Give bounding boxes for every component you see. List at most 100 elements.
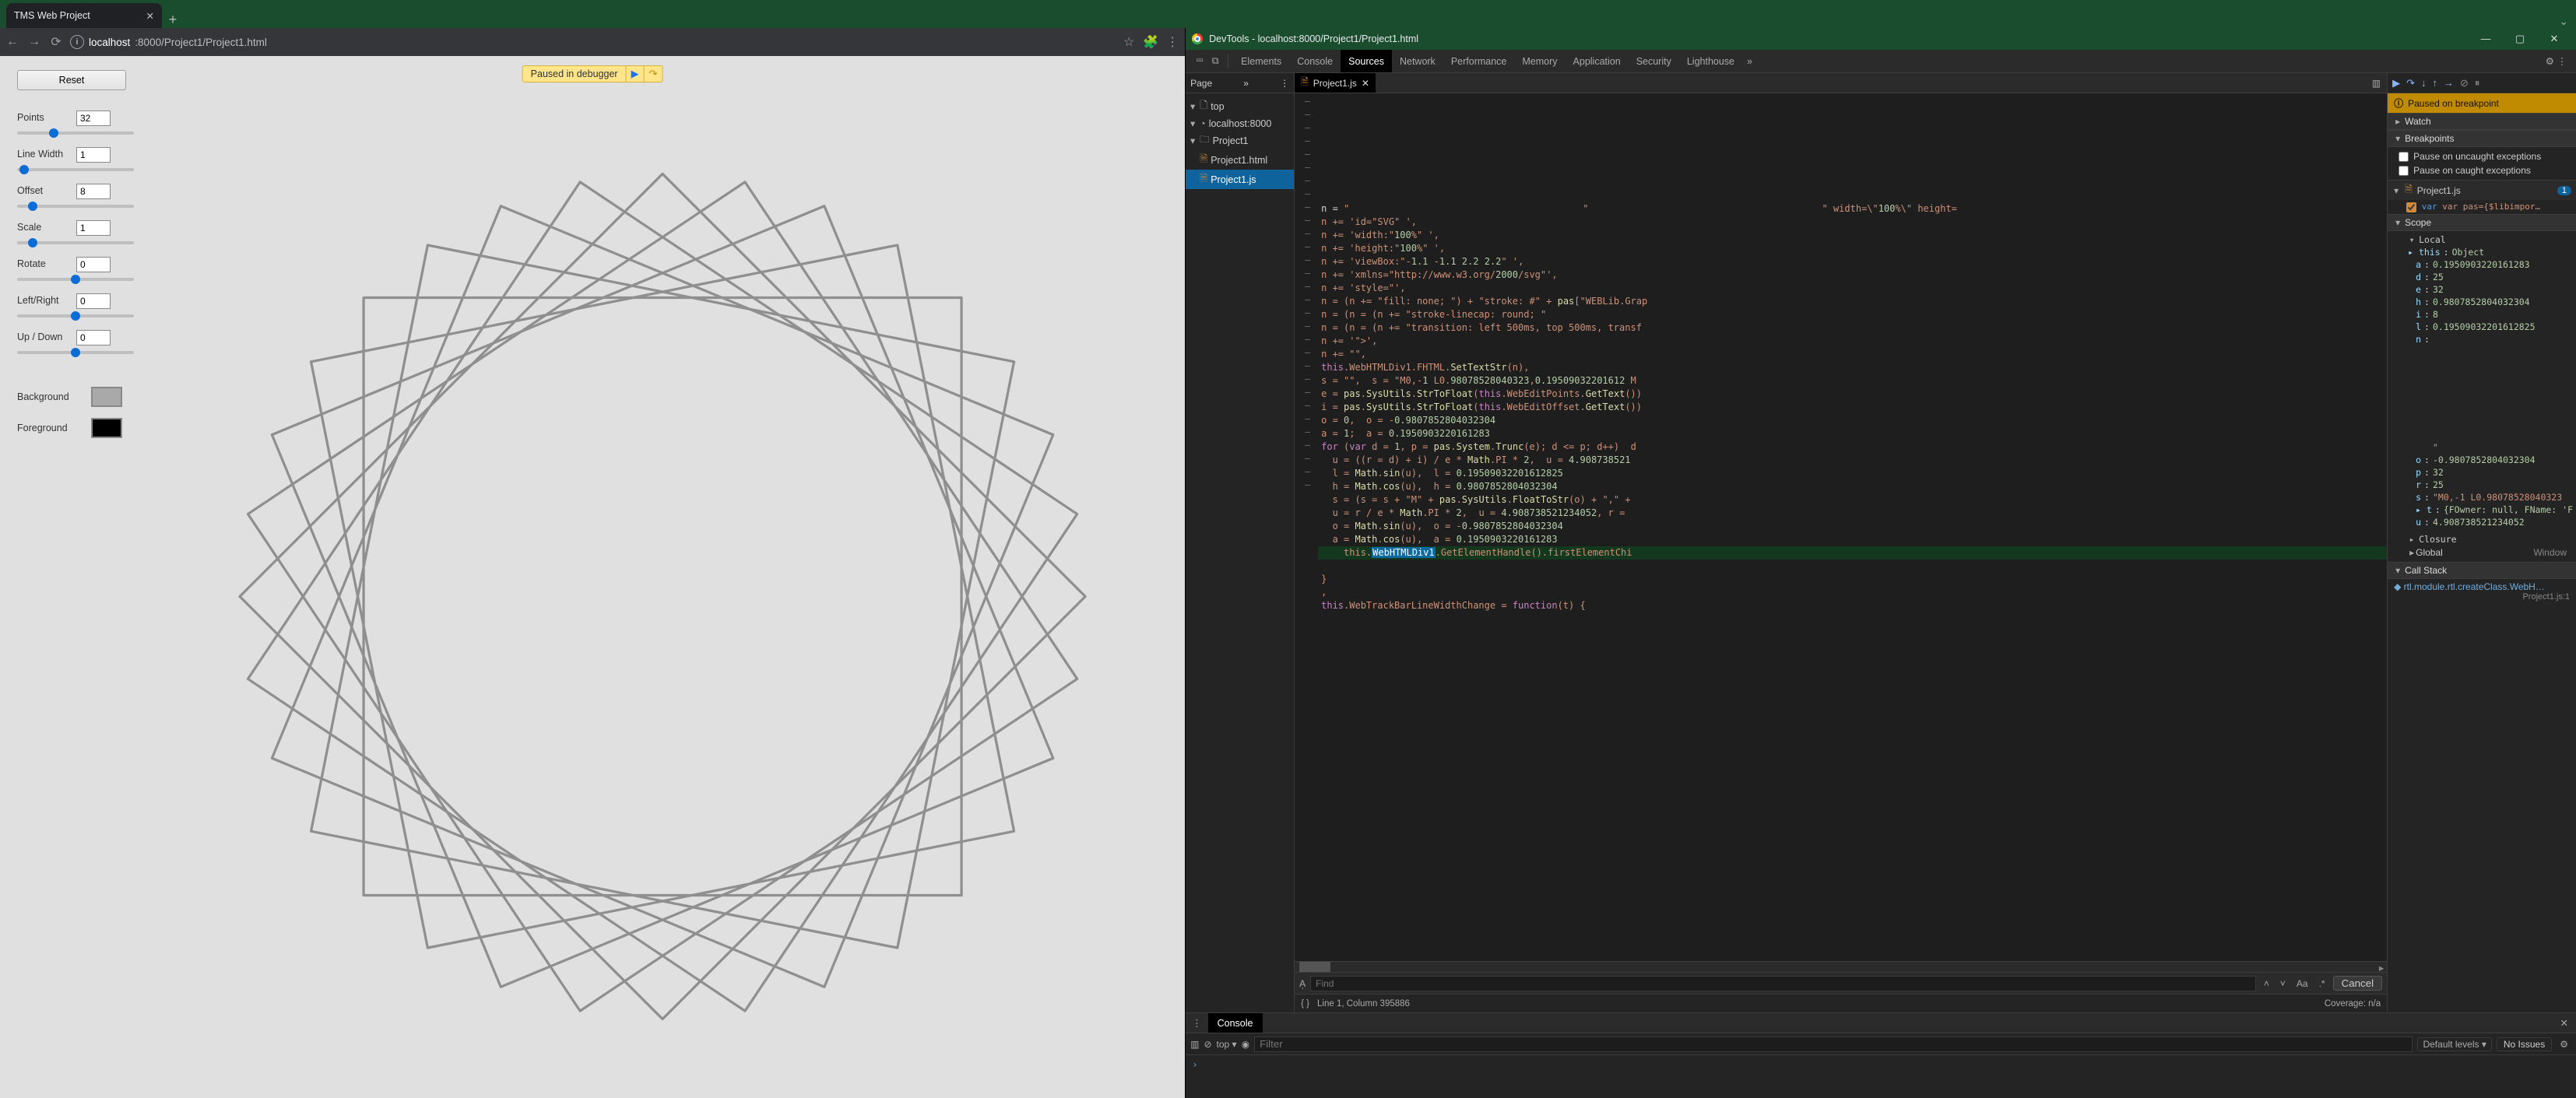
menu-icon[interactable]: ⋮ — [1165, 34, 1180, 50]
live-expression-icon[interactable]: ◉ — [1242, 1039, 1249, 1050]
deactivate-bp-icon[interactable]: ⊘ — [2460, 77, 2469, 89]
scope-var[interactable]: h: 0.9807852804032304 — [2399, 296, 2573, 308]
scope-var[interactable]: a: 0.1950903220161283 — [2399, 258, 2573, 271]
find-prev-icon[interactable]: ˄ — [2261, 978, 2272, 989]
drawer-menu-icon[interactable]: ⋮ — [1186, 1017, 1208, 1029]
kebab-icon[interactable]: ⋮ — [2554, 55, 2570, 67]
breakpoint-file[interactable]: ▾🗎 Project1.js 1 — [2388, 180, 2576, 200]
tab-lighthouse[interactable]: Lighthouse — [1679, 50, 1742, 72]
scope-var[interactable]: s: "M0,-1 L0.98078528040323 — [2399, 491, 2573, 503]
scope-var[interactable]: l: 0.19509032201612825 — [2399, 321, 2573, 333]
bp-caught[interactable]: Pause on caught exceptions — [2399, 163, 2573, 177]
tree-file-html[interactable]: 🗎Project1.html — [1186, 150, 1294, 170]
inspect-icon[interactable]: ⮹ — [1192, 55, 1207, 67]
extensions-icon[interactable]: 🧩 — [1143, 34, 1158, 50]
console-context[interactable]: top ▾ — [1217, 1039, 1237, 1050]
scope-var[interactable]: p: 32 — [2399, 466, 2573, 479]
more-nav-icon[interactable]: » — [1243, 78, 1249, 89]
site-info-icon[interactable]: i — [70, 35, 84, 49]
pause-on-exc-icon[interactable]: ⏸ — [2475, 77, 2480, 89]
reset-button[interactable]: Reset — [17, 70, 126, 90]
step-out-icon[interactable]: ↑ — [2433, 77, 2438, 89]
updown-slider[interactable] — [17, 351, 134, 354]
new-tab-button[interactable]: + — [162, 12, 184, 28]
issues-badge[interactable]: No Issues — [2497, 1037, 2552, 1051]
close-window-icon[interactable]: ✕ — [2539, 33, 2570, 45]
scope-var[interactable]: r: 25 — [2399, 479, 2573, 491]
points-slider[interactable] — [17, 132, 134, 135]
bookmark-icon[interactable]: ☆ — [1121, 34, 1137, 50]
bg-swatch[interactable] — [91, 387, 122, 407]
log-levels[interactable]: Default levels ▾ — [2417, 1037, 2491, 1051]
code-editor[interactable]: –––––––––––––––––––––––––––––– n = ", n … — [1295, 93, 2387, 961]
editor-overflow-icon[interactable]: ▥ — [2366, 78, 2387, 89]
tab-network[interactable]: Network — [1392, 50, 1443, 72]
tab-security[interactable]: Security — [1629, 50, 1679, 72]
scope-var[interactable]: o: -0.9807852804032304 — [2399, 454, 2573, 466]
rotate-input[interactable] — [76, 257, 111, 272]
settings-icon[interactable]: ⚙ — [2546, 55, 2554, 67]
tree-host[interactable]: ▾◔localhost:8000 — [1186, 116, 1294, 131]
callstack-frame[interactable]: ◆ rtl.module.rtl.createClass.WebH… — [2388, 579, 2576, 592]
scope-closure[interactable]: ▸Closure — [2399, 533, 2573, 545]
format-icon[interactable]: { } — [1301, 999, 1309, 1009]
leftright-slider[interactable] — [17, 314, 134, 317]
updown-input[interactable] — [76, 330, 111, 346]
bp-uncaught[interactable]: Pause on uncaught exceptions — [2399, 149, 2573, 163]
leftright-input[interactable] — [76, 293, 111, 309]
tab-application[interactable]: Application — [1566, 50, 1629, 72]
breakpoints-section[interactable]: ▾Breakpoints — [2388, 130, 2576, 147]
step-into-icon[interactable]: ↓ — [2421, 77, 2427, 89]
more-tabs-icon[interactable]: » — [1747, 56, 1752, 67]
find-next-icon[interactable]: ˅ — [2277, 978, 2289, 989]
console-sidebar-icon[interactable]: ▥ — [1190, 1039, 1199, 1050]
address-bar[interactable]: i localhost:8000/Project1/Project1.html — [70, 35, 1115, 49]
offset-input[interactable] — [76, 184, 111, 199]
scope-var[interactable]: u: 4.908738521234052 — [2399, 516, 2573, 528]
watch-section[interactable]: ▸Watch — [2388, 113, 2576, 130]
browser-tab[interactable]: TMS Web Project ✕ — [6, 3, 162, 28]
console-prompt[interactable]: › — [1186, 1055, 2576, 1098]
close-icon[interactable]: ✕ — [1362, 78, 1369, 89]
scope-var[interactable]: n: " — [2399, 333, 2573, 454]
step-icon[interactable]: → — [2444, 77, 2454, 89]
scope-local[interactable]: ▾Local — [2399, 233, 2573, 246]
tab-sources[interactable]: Sources — [1341, 50, 1392, 72]
tab-console[interactable]: Console — [1289, 50, 1341, 72]
scale-slider[interactable] — [17, 241, 134, 244]
resume-icon[interactable]: ▶ — [626, 66, 644, 82]
tab-performance[interactable]: Performance — [1443, 50, 1515, 72]
find-icon[interactable]: Aͅ — [1299, 978, 1306, 989]
scope-var[interactable]: d: 25 — [2399, 271, 2573, 283]
breakpoint-source[interactable]: var var pas={$libimpor… — [2388, 200, 2576, 214]
drawer-close-icon[interactable]: ✕ — [2553, 1017, 2576, 1029]
reload-icon[interactable]: ⟳ — [48, 34, 64, 50]
tree-folder[interactable]: ▾🗀Project1 — [1186, 131, 1294, 150]
close-icon[interactable]: ✕ — [139, 10, 154, 22]
kebab-icon[interactable]: ⋮ — [1280, 78, 1289, 89]
resume-icon[interactable]: ▶ — [2392, 77, 2400, 89]
console-filter-input[interactable] — [1254, 1037, 2413, 1052]
tab-memory[interactable]: Memory — [1514, 50, 1565, 72]
find-cancel-button[interactable]: Cancel — [2333, 976, 2383, 991]
editor-tab[interactable]: 🗎 Project1.js ✕ — [1295, 73, 1376, 93]
console-tab[interactable]: Console — [1208, 1013, 1263, 1033]
tree-top[interactable]: ▾🗋top — [1186, 96, 1294, 116]
step-over-icon[interactable]: ↷ — [2406, 77, 2415, 89]
scope-var[interactable]: ▸ t: {FOwner: null, FName: 'F — [2399, 503, 2573, 516]
scope-var[interactable]: i: 8 — [2399, 308, 2573, 321]
find-input[interactable] — [1310, 976, 2256, 991]
nav-forward-icon[interactable]: → — [26, 35, 42, 49]
points-input[interactable] — [76, 111, 111, 126]
step-icon[interactable]: ↷ — [644, 66, 662, 82]
minimize-icon[interactable]: — — [2470, 33, 2501, 45]
regex-icon[interactable]: .* — [2316, 978, 2328, 989]
scope-section[interactable]: ▾Scope — [2388, 214, 2576, 231]
maximize-icon[interactable]: ▢ — [2504, 33, 2536, 45]
scope-var[interactable]: e: 32 — [2399, 283, 2573, 296]
fg-swatch[interactable] — [91, 418, 122, 438]
match-case-icon[interactable]: Aa — [2293, 978, 2311, 989]
rotate-slider[interactable] — [17, 278, 134, 281]
scale-input[interactable] — [76, 220, 111, 236]
console-settings-icon[interactable]: ⚙ — [2557, 1039, 2571, 1050]
